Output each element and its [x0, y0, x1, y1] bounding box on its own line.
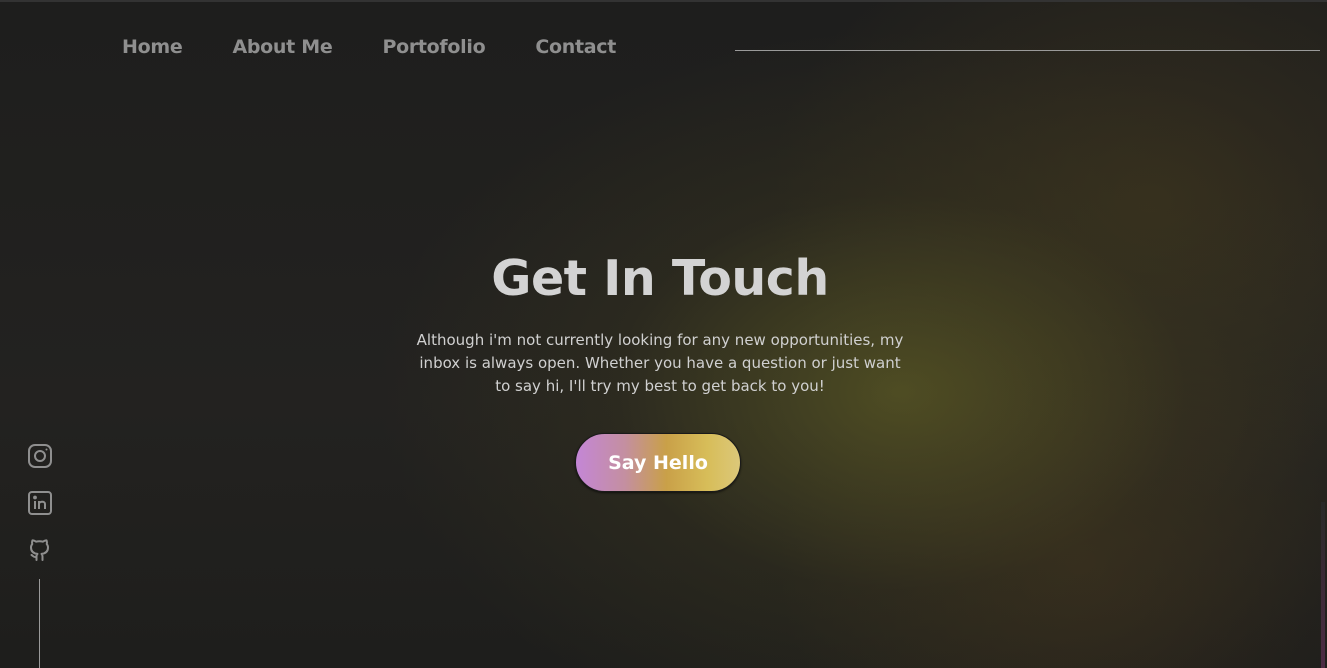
github-icon	[30, 539, 49, 561]
linkedin-icon	[28, 491, 52, 515]
page-title: Get In Touch	[491, 250, 829, 307]
nav-about-me[interactable]: About Me	[232, 36, 332, 58]
scrollbar-edge	[1321, 502, 1325, 668]
say-hello-button[interactable]: Say Hello	[575, 433, 741, 492]
linkedin-link[interactable]	[26, 489, 54, 517]
main-nav: Home About Me Portofolio Contact	[122, 36, 616, 58]
nav-divider-line	[735, 50, 1320, 51]
nav-portofolio[interactable]: Portofolio	[382, 36, 485, 58]
hero-section: Get In Touch Although i'm not currently …	[0, 250, 1320, 398]
social-links	[26, 442, 54, 564]
instagram-icon	[28, 444, 52, 468]
github-link[interactable]	[26, 536, 54, 564]
nav-home[interactable]: Home	[122, 36, 183, 58]
hero-description: Although i'm not currently looking for a…	[416, 331, 904, 395]
instagram-link[interactable]	[26, 442, 54, 470]
nav-contact[interactable]: Contact	[535, 36, 616, 58]
contact-page: Home About Me Portofolio Contact Get In …	[0, 0, 1327, 668]
social-divider-line	[39, 579, 40, 668]
